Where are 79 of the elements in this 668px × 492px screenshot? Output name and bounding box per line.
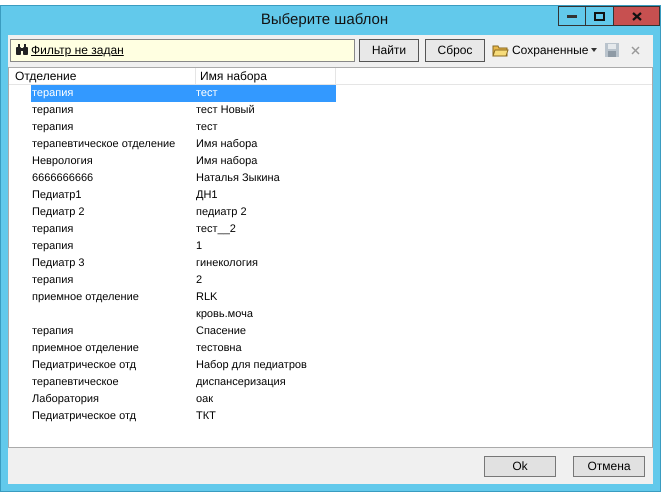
table-row[interactable]: терапия тест Новый: [31, 102, 336, 119]
column-header[interactable]: Имя набора: [196, 68, 336, 84]
table-cell: терапия: [32, 121, 74, 133]
table-cell: тест: [196, 121, 218, 133]
table-cell: гинекология: [196, 257, 258, 269]
table-row[interactable]: кровь.моча: [31, 306, 336, 323]
reset-button[interactable]: Сброс: [425, 38, 485, 62]
table-cell: Спасение: [196, 325, 246, 337]
table-cell: терапия: [32, 223, 74, 235]
table-row[interactable]: приемное отделение тестовна: [31, 340, 336, 357]
table-cell: тест Новый: [196, 104, 255, 116]
maximize-button[interactable]: [586, 6, 614, 26]
dropdown-caret-icon: [591, 48, 598, 52]
close-button[interactable]: [614, 6, 660, 26]
table-row[interactable]: 6666666666 Наталья Зыкина: [31, 170, 336, 187]
table-cell: тест: [196, 87, 218, 99]
table-cell: терапия: [32, 240, 74, 252]
minimize-icon: [567, 14, 577, 18]
table-row[interactable]: приемное отделение RLK: [31, 289, 336, 306]
table-cell: Набор для педиатров: [196, 359, 307, 371]
table-row[interactable]: Педиатрическое отд Набор для педиатров: [31, 357, 336, 374]
table-cell: терапия: [32, 274, 74, 286]
table-cell: терапия: [32, 87, 74, 99]
table-cell: терапевтическое: [32, 376, 119, 388]
table-cell: терапия: [32, 104, 74, 116]
cancel-button[interactable]: Отмена: [573, 456, 645, 476]
find-button[interactable]: Найти: [359, 38, 419, 62]
table-cell: Педиатр1: [32, 189, 82, 201]
table-row[interactable]: терапия тест__2: [31, 221, 336, 238]
table-cell: Педиатр 3: [32, 257, 85, 269]
save-icon[interactable]: [604, 42, 620, 58]
ok-button[interactable]: Ok: [484, 456, 556, 476]
table-row[interactable]: терапия 1: [31, 238, 336, 255]
minimize-button[interactable]: [558, 6, 586, 26]
table-cell: Имя набора: [196, 138, 258, 150]
table-cell: Педиатрическое отд: [32, 359, 136, 371]
table-cell: терапевтическое отделение: [32, 138, 176, 150]
maximize-icon: [594, 12, 605, 20]
table-row[interactable]: Лаборатория оак: [31, 391, 336, 408]
table-cell: 6666666666: [32, 172, 94, 184]
table-row[interactable]: терапевтическое диспансеризация: [31, 374, 336, 391]
table-row[interactable]: Педиатр 3 гинекология: [31, 255, 336, 272]
table-cell: ДН1: [196, 189, 218, 201]
table-cell: оак: [196, 393, 214, 405]
table-row[interactable]: Педиатрическое отд ТКТ: [31, 408, 336, 425]
table-cell: 2: [196, 274, 202, 286]
filter-link[interactable]: Фильтр не задан: [31, 41, 124, 59]
table-cell: кровь.моча: [196, 308, 253, 320]
table-cell: тест__2: [196, 223, 236, 235]
table-cell: RLK: [196, 291, 218, 303]
column-header[interactable]: Отделение: [9, 68, 196, 84]
table-row[interactable]: терапия 2: [31, 272, 336, 289]
binoculars-icon: [15, 44, 29, 56]
table-cell: педиатр 2: [196, 206, 247, 218]
table-cell: диспансеризация: [196, 376, 286, 388]
table-row[interactable]: терапевтическое отделение Имя набора: [31, 136, 336, 153]
table-cell: терапия: [32, 325, 74, 337]
close-icon[interactable]: [631, 46, 640, 54]
table-row[interactable]: терапия Спасение: [31, 323, 336, 340]
filter-field[interactable]: Фильтр не задан: [10, 38, 355, 62]
table-cell: Наталья Зыкина: [196, 172, 280, 184]
table-cell: Неврология: [32, 155, 93, 167]
table-row[interactable]: Педиатр1 ДН1: [31, 187, 336, 204]
table-cell: тестовна: [196, 342, 242, 354]
table-cell: приемное отделение: [32, 342, 139, 354]
table-cell: Педиатр 2: [32, 206, 85, 218]
table-cell: Имя набора: [196, 155, 258, 167]
saved-menu-button[interactable]: Сохраненные: [492, 38, 598, 62]
folder-icon: [492, 43, 509, 57]
table-cell: 1: [196, 240, 202, 252]
table-row[interactable]: Неврология Имя набора: [31, 153, 336, 170]
window-title: Выберите шаблон: [260, 11, 388, 28]
table-cell: Лаборатория: [32, 393, 99, 405]
table-cell: приемное отделение: [32, 291, 139, 303]
table-cell: Педиатрическое отд: [32, 410, 136, 422]
table-row[interactable]: Педиатр 2 педиатр 2: [31, 204, 336, 221]
table-row[interactable]: терапия тест: [31, 119, 336, 136]
table-cell: ТКТ: [196, 410, 216, 422]
close-icon: [632, 12, 642, 20]
